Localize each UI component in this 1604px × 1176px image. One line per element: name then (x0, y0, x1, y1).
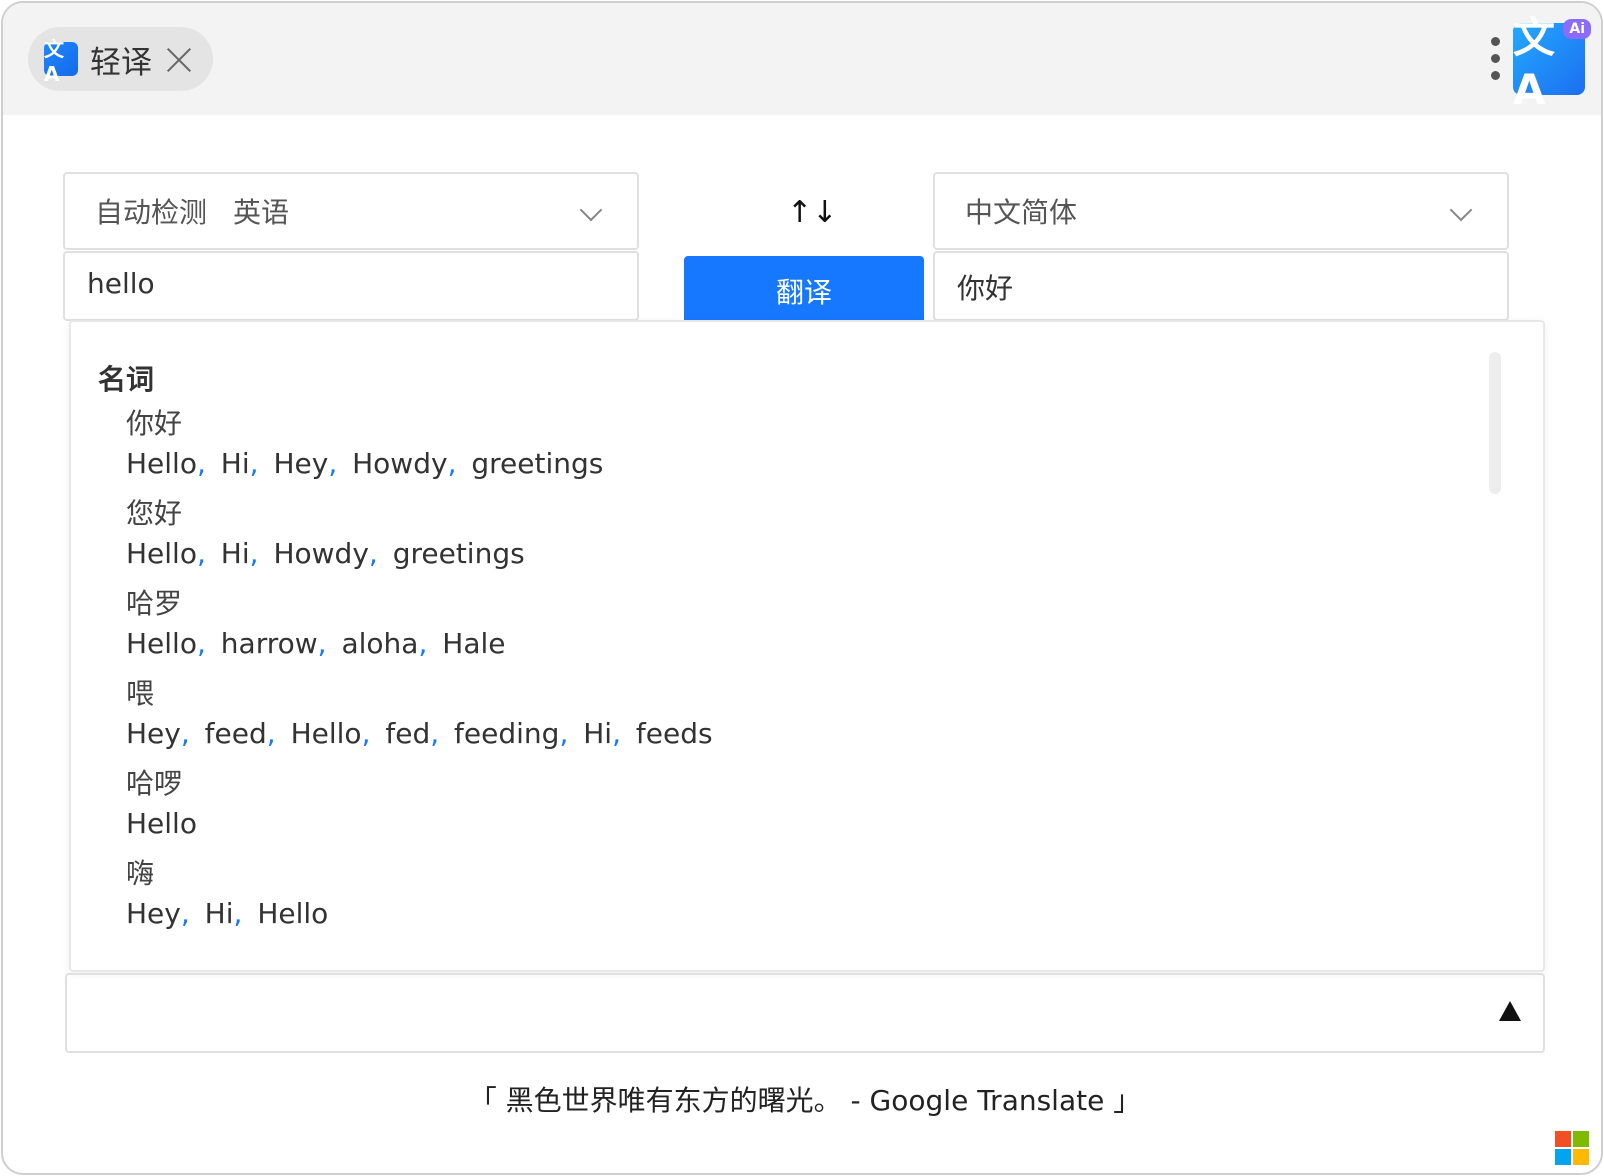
translation-term[interactable]: fed (385, 717, 430, 750)
title-bar: 文A 轻译 文A Ai (3, 3, 1601, 115)
translation-term[interactable]: Hale (442, 627, 505, 660)
chevron-down-icon (579, 198, 603, 222)
source-text-input[interactable]: hello (63, 251, 639, 321)
translation-term[interactable]: Hello (126, 447, 197, 480)
entry-word: 喂 (126, 677, 155, 710)
translation-term[interactable]: Hey (273, 447, 328, 480)
translation-term[interactable]: Hi (221, 447, 250, 480)
target-language: 中文简体 (965, 196, 1078, 229)
microsoft-logo (1555, 1131, 1589, 1165)
entry-translations: Hello (126, 804, 1543, 844)
translation-term[interactable]: feeds (636, 717, 713, 750)
footer-quote: 「 黑色世界唯有东方的曙光。 - Google Translate 」 (468, 1084, 1142, 1117)
entry-word: 哈啰 (126, 767, 183, 800)
translation-term[interactable]: Hello (257, 897, 328, 930)
auto-detect-label: 自动检测 (95, 196, 208, 229)
translation-term[interactable]: Hey (126, 717, 181, 750)
target-language-select[interactable]: 中文简体 (933, 172, 1509, 250)
translation-term[interactable]: Hello (126, 537, 197, 570)
entry-word: 您好 (126, 497, 183, 530)
translation-term[interactable]: Howdy (352, 447, 447, 480)
translate-icon: 文A (44, 37, 78, 86)
entry-translations: Hey, feed, Hello, fed, feeding, Hi, feed… (126, 717, 713, 750)
translation-term[interactable]: Howdy (273, 537, 368, 570)
more-menu-icon[interactable] (1489, 37, 1501, 81)
translation-term[interactable]: Hi (583, 717, 612, 750)
translation-term[interactable]: Hi (221, 537, 250, 570)
translation-term[interactable]: Hello (126, 627, 197, 660)
entry-word: 嗨 (126, 857, 155, 890)
translation-term[interactable]: feeding (454, 717, 559, 750)
translate-button[interactable]: 翻译 (684, 256, 924, 326)
translation-term[interactable]: Hello (291, 717, 362, 750)
app-window: 文A 轻译 文A Ai 自动检测 英语 ↑↓ 中文简体 hello 翻译 你好 … (1, 1, 1603, 1175)
translation-term[interactable]: greetings (393, 537, 525, 570)
tab-title: 轻译 (90, 44, 152, 81)
dictionary-panel: 名词 你好 Hello, Hi, Hey, Howdy, greetings 您… (69, 320, 1545, 972)
list-item: 哈啰 Hello (126, 764, 1543, 844)
source-language-select[interactable]: 自动检测 英语 (63, 172, 639, 250)
translation-term[interactable]: Hello (126, 807, 197, 840)
collapse-up-icon[interactable] (1499, 1001, 1521, 1021)
swap-languages-button[interactable]: ↑↓ (787, 193, 837, 233)
entry-word: 你好 (126, 407, 183, 440)
entry-translations: Hey, Hi, Hello (126, 897, 329, 930)
entry-translations: Hello, harrow, aloha, Hale (126, 627, 506, 660)
translation-term[interactable]: Hey (126, 897, 181, 930)
translation-term[interactable]: greetings (471, 447, 603, 480)
scrollbar[interactable] (1489, 352, 1501, 494)
entry-translations: Hello, Hi, Howdy, greetings (126, 537, 525, 570)
translation-term[interactable]: Hi (205, 897, 234, 930)
ai-badge: Ai (1563, 19, 1591, 39)
target-text: 你好 (957, 272, 1014, 305)
translation-term[interactable]: feed (205, 717, 267, 750)
translation-term[interactable]: harrow (221, 627, 318, 660)
target-text-output: 你好 (933, 251, 1509, 321)
detected-language: 英语 (233, 196, 290, 229)
part-of-speech-label: 名词 (98, 363, 155, 396)
dictionary-entries: 你好 Hello, Hi, Hey, Howdy, greetings 您好 H… (98, 404, 1543, 934)
source-text: hello (87, 267, 155, 300)
extra-panel (65, 973, 1545, 1053)
list-item: 你好 Hello, Hi, Hey, Howdy, greetings (126, 404, 1543, 484)
close-icon[interactable] (166, 46, 192, 72)
app-logo: 文A Ai (1513, 13, 1591, 114)
translation-term[interactable]: aloha (341, 627, 418, 660)
list-item: 嗨 Hey, Hi, Hello (126, 854, 1543, 934)
entry-translations: Hello, Hi, Hey, Howdy, greetings (126, 447, 604, 480)
list-item: 哈罗 Hello, harrow, aloha, Hale (126, 584, 1543, 664)
list-item: 喂 Hey, feed, Hello, fed, feeding, Hi, fe… (126, 674, 1543, 754)
chevron-down-icon (1449, 198, 1473, 222)
entry-word: 哈罗 (126, 587, 183, 620)
list-item: 您好 Hello, Hi, Howdy, greetings (126, 494, 1543, 574)
app-tab[interactable]: 文A 轻译 (28, 27, 213, 91)
